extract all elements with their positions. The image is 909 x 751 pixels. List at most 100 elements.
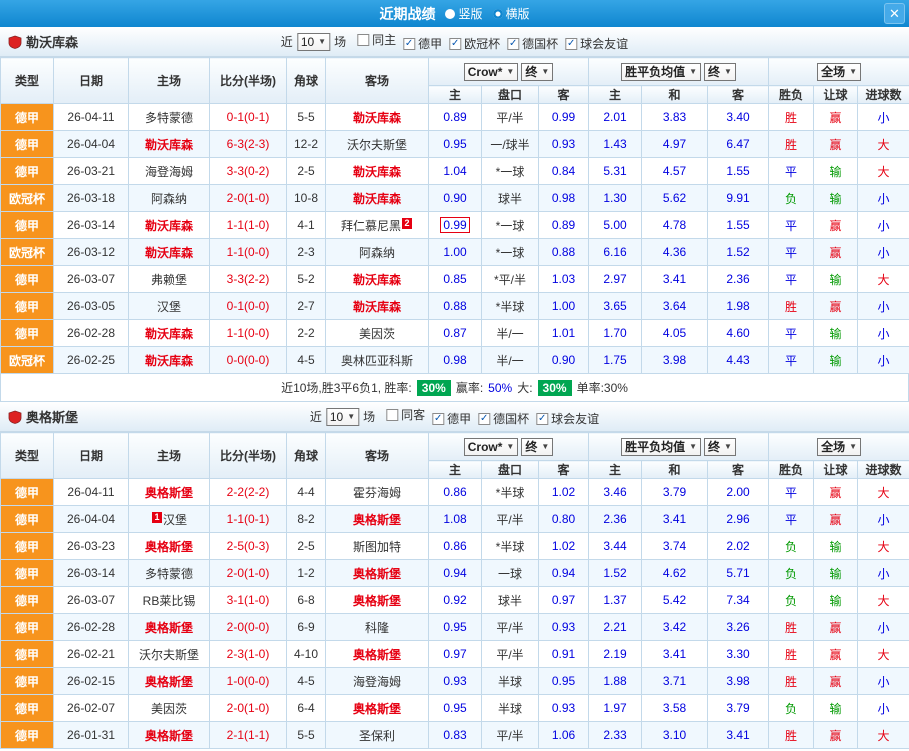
- checkbox-label: 球会友谊: [580, 35, 628, 52]
- away-team: 奥格斯堡: [326, 695, 429, 722]
- recent-count-select[interactable]: 10 ▼: [297, 33, 330, 51]
- team-crest-icon: [8, 410, 22, 424]
- handicap-line: 一/球半: [482, 131, 539, 158]
- result-value: 胜: [769, 131, 814, 158]
- avg-draw-odds: 4.78: [642, 212, 708, 239]
- filter-checkbox[interactable]: ✓球会友谊: [565, 35, 628, 52]
- layout-radio-horizontal[interactable]: 横版: [493, 5, 530, 22]
- avg-period-select[interactable]: 终▼: [704, 438, 736, 456]
- filter-checkbox[interactable]: ✓德甲: [403, 35, 442, 52]
- filter-checkbox-group: 同客 ✓德甲 ✓德国杯 ✓球会友谊: [379, 406, 599, 427]
- section-team-name: 勒沃库森: [26, 32, 78, 51]
- scope-header-group: 全场▼: [769, 433, 909, 461]
- filter-checkbox[interactable]: ✓德甲: [432, 410, 471, 427]
- checkbox-checked-icon[interactable]: ✓: [403, 38, 415, 50]
- handicap-line: 平/半: [482, 506, 539, 533]
- col-header-avg-draw: 和: [642, 86, 708, 104]
- odds-period-select[interactable]: 终▼: [521, 63, 553, 81]
- filter-checkbox[interactable]: ✓德国杯: [478, 410, 529, 427]
- col-header-odds-home: 主: [429, 86, 482, 104]
- checkbox-checked-icon[interactable]: ✓: [478, 413, 490, 425]
- filter-checkbox[interactable]: 同主: [357, 31, 396, 48]
- handicap-result-value: 输: [814, 185, 858, 212]
- league-type: 德甲: [1, 668, 54, 695]
- col-header-away: 客场: [326, 433, 429, 479]
- avg-home-odds: 2.97: [589, 266, 642, 293]
- match-date: 26-02-28: [54, 614, 129, 641]
- team-name: 奥格斯堡: [353, 648, 401, 662]
- away-odds: 0.89: [539, 212, 589, 239]
- team-name: 奥格斯堡: [353, 702, 401, 716]
- home-team: 阿森纳: [129, 185, 210, 212]
- team-name: 奥格斯堡: [353, 567, 401, 581]
- team-name: 汉堡: [163, 513, 187, 527]
- odds-header-group: Crow*▼ 终▼: [429, 433, 589, 461]
- team-name: 美因茨: [359, 327, 395, 341]
- team-name: 勒沃库森: [353, 192, 401, 206]
- avg-source-select[interactable]: 胜平负均值▼: [621, 438, 701, 456]
- scope-select[interactable]: 全场▼: [817, 438, 861, 456]
- match-score: 2-1(1-1): [210, 722, 287, 749]
- match-row: 德甲26-04-11多特蒙德0-1(0-1)5-5勒沃库森0.89平/半0.99…: [1, 104, 909, 131]
- league-type: 德甲: [1, 641, 54, 668]
- odds-source-select[interactable]: Crow*▼: [464, 438, 519, 456]
- highlighted-odds: 0.99: [440, 217, 469, 233]
- home-odds: 0.93: [429, 668, 482, 695]
- match-score: 2-3(1-0): [210, 641, 287, 668]
- filter-checkbox[interactable]: ✓球会友谊: [536, 410, 599, 427]
- league-type: 德甲: [1, 614, 54, 641]
- close-button[interactable]: ✕: [884, 3, 905, 24]
- match-score: 2-0(1-0): [210, 185, 287, 212]
- avg-home-odds: 2.36: [589, 506, 642, 533]
- layout-radio-vertical[interactable]: 竖版: [445, 5, 482, 22]
- radio-label: 横版: [506, 5, 530, 22]
- big-rate-badge: 30%: [538, 380, 572, 396]
- avg-header-group: 胜平负均值▼ 终▼: [589, 433, 769, 461]
- checkbox-unchecked-icon[interactable]: [357, 34, 369, 46]
- away-odds: 1.03: [539, 266, 589, 293]
- odds-period-select[interactable]: 终▼: [521, 438, 553, 456]
- checkbox-checked-icon[interactable]: ✓: [507, 38, 519, 50]
- team-name: 勒沃库森: [145, 246, 193, 260]
- avg-away-odds: 7.34: [708, 587, 769, 614]
- match-row: 欧冠杯26-03-18阿森纳2-0(1-0)10-8勒沃库森0.90球半0.98…: [1, 185, 909, 212]
- handicap-line: *一球: [482, 212, 539, 239]
- avg-home-odds: 2.19: [589, 641, 642, 668]
- result-value: 平: [769, 212, 814, 239]
- recent-count-select[interactable]: 10 ▼: [326, 408, 359, 426]
- filter-checkbox[interactable]: ✓欧冠杯: [449, 35, 500, 52]
- team-name: 奥格斯堡: [145, 729, 193, 743]
- home-odds: 1.04: [429, 158, 482, 185]
- avg-period-select[interactable]: 终▼: [704, 63, 736, 81]
- avg-source-select[interactable]: 胜平负均值▼: [621, 63, 701, 81]
- team-name: 奥格斯堡: [353, 513, 401, 527]
- filter-checkbox[interactable]: ✓德国杯: [507, 35, 558, 52]
- home-team: 多特蒙德: [129, 560, 210, 587]
- odds-source-select[interactable]: Crow*▼: [464, 63, 519, 81]
- home-team: 奥格斯堡: [129, 533, 210, 560]
- away-odds: 0.93: [539, 695, 589, 722]
- checkbox-checked-icon[interactable]: ✓: [565, 38, 577, 50]
- section-team-name: 奥格斯堡: [26, 407, 78, 426]
- match-row: 德甲26-02-21沃尔夫斯堡2-3(1-0)4-10奥格斯堡0.97平/半0.…: [1, 641, 909, 668]
- match-row: 德甲26-02-28奥格斯堡2-0(0-0)6-9科隆0.95平/半0.932.…: [1, 614, 909, 641]
- avg-away-odds: 3.30: [708, 641, 769, 668]
- team-name: 奥格斯堡: [145, 675, 193, 689]
- scope-select[interactable]: 全场▼: [817, 63, 861, 81]
- filter-checkbox[interactable]: 同客: [386, 406, 425, 423]
- checkbox-unchecked-icon[interactable]: [386, 409, 398, 421]
- checkbox-checked-icon[interactable]: ✓: [536, 413, 548, 425]
- checkbox-checked-icon[interactable]: ✓: [449, 38, 461, 50]
- goals-result-value: 小: [858, 506, 909, 533]
- handicap-line: *半球: [482, 533, 539, 560]
- handicap-result-value: 输: [814, 560, 858, 587]
- team-name: 勒沃库森: [353, 273, 401, 287]
- result-value: 负: [769, 185, 814, 212]
- away-odds: 0.88: [539, 239, 589, 266]
- win-rate-badge: 30%: [417, 380, 451, 396]
- chevron-down-icon: ▼: [318, 37, 326, 46]
- match-row: 德甲26-03-21海登海姆3-3(0-2)2-5勒沃库森1.04*一球0.84…: [1, 158, 909, 185]
- avg-away-odds: 3.98: [708, 668, 769, 695]
- avg-draw-odds: 3.10: [642, 722, 708, 749]
- checkbox-checked-icon[interactable]: ✓: [432, 413, 444, 425]
